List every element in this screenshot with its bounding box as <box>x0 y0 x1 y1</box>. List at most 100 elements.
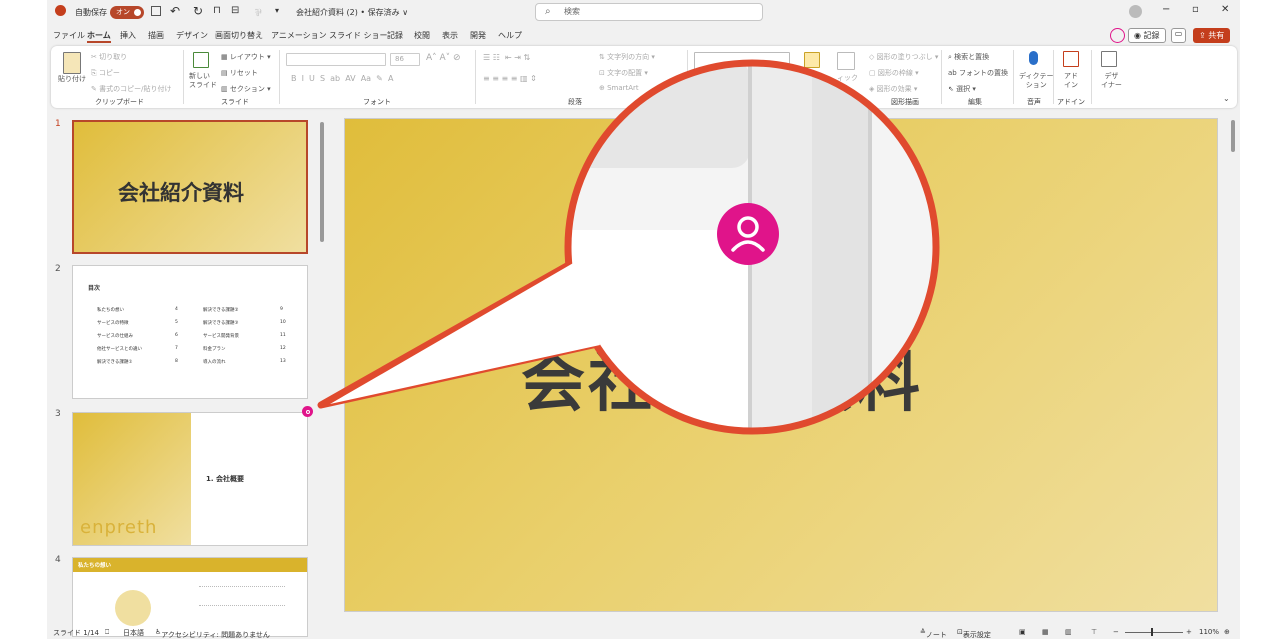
search-box[interactable]: ⌕ 検索 <box>535 3 763 21</box>
search-icon: ⌕ <box>545 6 551 17</box>
addins-icon[interactable] <box>1063 51 1079 67</box>
font-size-select[interactable]: 86 <box>390 53 420 66</box>
quick-styles-icon[interactable] <box>837 52 855 70</box>
find-replace-button[interactable]: ⌕ 検索と置換 <box>948 52 989 62</box>
fit-to-window-icon[interactable]: ⊕ <box>1224 628 1230 636</box>
restore-icon[interactable]: ▫ <box>1192 4 1199 15</box>
document-title[interactable]: 会社紹介資料 (2) • 保存済み ∨ <box>296 7 408 18</box>
format-painter-button[interactable]: ✎ 書式のコピー/貼り付け <box>91 84 171 94</box>
tab-transitions[interactable]: 画面切り替え <box>215 30 263 41</box>
quick-styles-button[interactable]: ィック <box>837 73 858 83</box>
font-replace-button[interactable]: ab フォントの置換 <box>948 68 1008 78</box>
zoom-slider-thumb[interactable] <box>1151 628 1153 636</box>
arrange-icon[interactable] <box>804 52 820 68</box>
undo-icon[interactable]: ↶ <box>170 4 180 18</box>
designer-button[interactable]: デザ イナー <box>1101 72 1122 90</box>
thumbnail-scrollbar[interactable] <box>320 122 324 242</box>
tab-file[interactable]: ファイル <box>53 30 85 41</box>
display-settings-button[interactable]: ⊡ 表示設定 <box>957 628 991 639</box>
list-buttons[interactable]: ☰ ☷ ⇤ ⇥ ⇅ <box>483 53 530 62</box>
layout-button[interactable]: ▦ レイアウト ▾ <box>221 52 271 62</box>
shapes-gallery[interactable] <box>694 52 790 72</box>
tab-home[interactable]: ホーム <box>87 30 111 43</box>
section-label: セクション <box>229 85 265 93</box>
main-slide-title[interactable]: 会社紹介資料 <box>521 332 923 424</box>
coauthor-avatar-icon[interactable] <box>1110 28 1125 43</box>
select-button[interactable]: ⇖ 選択 ▾ <box>948 84 976 94</box>
tab-design[interactable]: デザイン <box>176 30 208 41</box>
smartart-button[interactable]: ⊕ SmartArt <box>599 84 639 92</box>
coauthor-presence-icon <box>302 406 313 417</box>
cut-button[interactable]: ✂ 切り取り <box>91 52 127 62</box>
tab-animations[interactable]: アニメーション <box>271 30 327 41</box>
spellcheck-icon[interactable]: ⎕ <box>105 628 109 637</box>
align-buttons[interactable]: ≡ ≡ ≡ ≡ ▥ ⇕ <box>483 74 537 83</box>
new-slide-icon[interactable] <box>193 52 209 68</box>
language[interactable]: 日本語 <box>123 628 144 638</box>
shape-fill-button[interactable]: ◇ 図形の塗りつぶし ▾ <box>869 52 938 62</box>
tab-developer[interactable]: 開発 <box>470 30 486 41</box>
customize-qat-icon[interactable]: ▾ <box>275 6 279 15</box>
slide-thumbnail-2[interactable]: 目次 私たちの想い 4 サービスの特徴 5 サービスの仕組み 6 他社サービスとの違い… <box>72 265 308 399</box>
tab-record[interactable]: 記録 <box>387 30 403 41</box>
copy-label: コピー <box>98 69 120 77</box>
record-button[interactable]: ◉ 記録 <box>1128 28 1166 43</box>
tab-draw[interactable]: 描画 <box>148 30 164 41</box>
zoom-out-icon[interactable]: − <box>1113 628 1119 636</box>
format-icon[interactable]: ⅌ <box>255 5 262 19</box>
zoom-in-icon[interactable]: + <box>1186 628 1192 636</box>
normal-view-icon[interactable]: ▣ <box>1019 628 1026 636</box>
slide-thumbnail-3[interactable]: enpreth 1. 会社概要 <box>72 412 308 546</box>
slideshow-icon[interactable]: ⊤ <box>1091 628 1097 636</box>
tab-insert[interactable]: 挿入 <box>120 30 136 41</box>
align-text-button[interactable]: ⊡ 文字の配置 ▾ <box>599 68 648 78</box>
reading-view-icon[interactable]: ▥ <box>1065 628 1072 636</box>
shape-outline-button[interactable]: ▢ 図形の枠線 ▾ <box>869 68 919 78</box>
title-bar: 自動保存 オン ↶ ↻ ⊓ ⊟ ⅌ ▾ 会社紹介資料 (2) • 保存済み ∨ … <box>47 0 1240 26</box>
collapse-ribbon-icon[interactable]: ⌄ <box>1223 94 1230 103</box>
font-style-buttons[interactable]: B I U S ab AV Aa ✎ A <box>291 74 393 83</box>
scrollbar-thumb[interactable] <box>1231 120 1235 152</box>
font-name-select[interactable] <box>286 53 386 66</box>
paste-icon[interactable] <box>63 52 81 74</box>
slide-thumbnail-1[interactable]: 会社紹介資料 <box>72 120 308 254</box>
comments-icon[interactable]: ▭ <box>1171 28 1186 43</box>
slide-thumbnail-4[interactable]: 私たちの想い <box>72 557 308 637</box>
paste-button[interactable]: 貼り付け <box>58 74 86 84</box>
copy-button[interactable]: ⎘ コピー <box>91 68 120 78</box>
share-button[interactable]: ⇪ 共有 <box>1193 28 1231 43</box>
screenshot-icon[interactable]: ⊟ <box>231 5 239 16</box>
account-avatar-icon[interactable] <box>1129 5 1142 18</box>
shape-effects-button[interactable]: ◈ 図形の効果 ▾ <box>869 84 917 94</box>
save-icon[interactable] <box>151 6 161 16</box>
close-icon[interactable]: ✕ <box>1221 4 1229 15</box>
microphone-icon[interactable] <box>1029 51 1038 65</box>
notes-button[interactable]: ≙ ノート <box>920 628 947 639</box>
text-direction-button[interactable]: ⇅ 文字列の方向 ▾ <box>599 52 655 62</box>
toc-item: 解決できる課題① <box>97 360 133 365</box>
toc-page: 10 <box>280 320 286 325</box>
present-icon[interactable]: ⊓ <box>213 5 221 16</box>
reset-button[interactable]: ▤ リセット <box>221 68 258 78</box>
accessibility-status[interactable]: ♿ アクセシビリティ: 問題ありません <box>155 628 270 639</box>
font-size-buttons[interactable]: A˄ A˅ ⊘ <box>426 53 461 63</box>
tab-slideshow[interactable]: スライド ショー <box>329 30 388 41</box>
section-button[interactable]: ▥ セクション ▾ <box>221 84 271 94</box>
toc-item: サービス開発背景 <box>203 334 239 339</box>
addins-button[interactable]: アド イン <box>1064 72 1078 90</box>
minimize-icon[interactable]: − <box>1162 4 1170 15</box>
new-slide-button[interactable]: 新しい スライド <box>189 72 217 90</box>
zoom-slider[interactable] <box>1125 632 1183 633</box>
autosave-toggle[interactable]: オン <box>110 6 144 19</box>
zoom-level[interactable]: 110% <box>1199 628 1219 636</box>
slide-sorter-icon[interactable]: ▦ <box>1042 628 1049 636</box>
tab-help[interactable]: ヘルプ <box>498 30 522 41</box>
editor-scrollbar[interactable] <box>1230 118 1236 608</box>
tab-view[interactable]: 表示 <box>442 30 458 41</box>
group-editing: 編集 <box>968 98 982 106</box>
toc-heading: 目次 <box>88 285 101 292</box>
designer-icon[interactable] <box>1101 51 1117 67</box>
redo-icon[interactable]: ↻ <box>193 4 203 18</box>
tab-review[interactable]: 校閲 <box>414 30 430 41</box>
dictate-button[interactable]: ディクテー ション <box>1019 72 1054 90</box>
